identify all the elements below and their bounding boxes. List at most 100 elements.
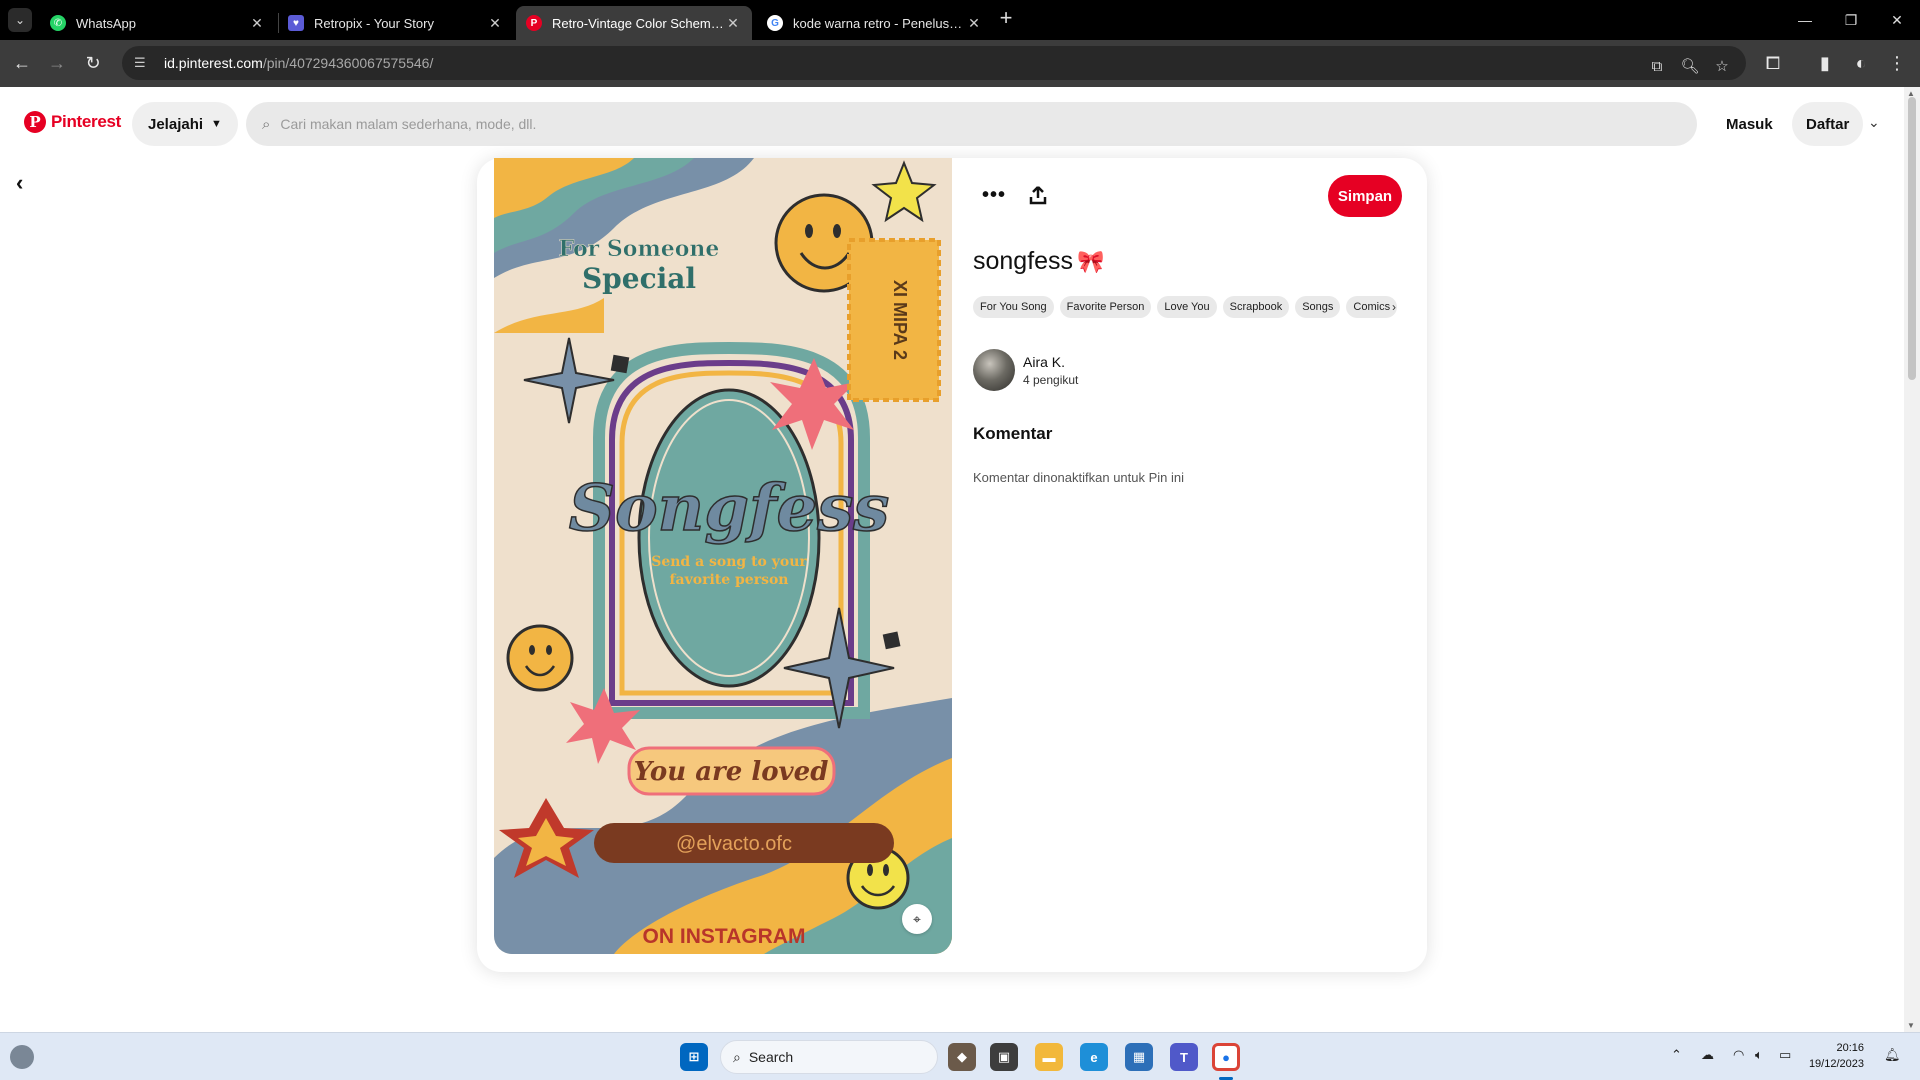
tab-title: Retro-Vintage Color Scheme » I	[552, 15, 724, 31]
whatsapp-icon: ✆	[50, 15, 66, 31]
search-bar[interactable]: ⌕	[246, 102, 1697, 146]
restore-button[interactable]: ❐	[1828, 0, 1874, 40]
pin-image[interactable]: XI MIPA 2 For Someone Special Songfess S…	[494, 158, 952, 954]
new-tab-button[interactable]: +	[995, 7, 1017, 30]
save-button[interactable]: Simpan	[1328, 175, 1402, 217]
search-input[interactable]	[280, 116, 1661, 132]
browser-toolbar: ← → ↻ ☰ id.pinterest.com/pin/40729436006…	[0, 40, 1920, 87]
microsoft-store-icon[interactable]: ▦	[1125, 1043, 1153, 1071]
chevron-up-icon[interactable]: ⌃	[1671, 1047, 1682, 1063]
menu-kebab-icon[interactable]: ⋮	[1884, 50, 1910, 76]
side-panel-icon[interactable]: ▮	[1812, 50, 1838, 76]
share-icon[interactable]	[1024, 181, 1052, 209]
bookmark-star-icon[interactable]: ☆	[1711, 55, 1733, 77]
pinterest-header: P Pinterest Jelajahi ▼ ⌕ Masuk Daftar ⌄	[0, 87, 1904, 161]
taskbar-search[interactable]: ⌕ Search	[720, 1040, 938, 1074]
copilot-icon[interactable]: ◆	[948, 1043, 976, 1071]
tab-title: Retropix - Your Story	[314, 15, 434, 31]
poster-ticket-text: XI MIPA 2	[890, 280, 910, 360]
logo-text: Pinterest	[51, 112, 122, 131]
close-icon[interactable]: ✕	[724, 14, 742, 32]
clock-date: 19/12/2023	[1808, 1058, 1864, 1070]
close-icon[interactable]: ✕	[248, 14, 266, 32]
tab-search-button[interactable]: ⌄	[8, 8, 32, 32]
address-bar[interactable]: ☰ id.pinterest.com/pin/40729436006757554…	[122, 46, 1746, 80]
tag-chip[interactable]: For You Song	[973, 296, 1054, 318]
pin-title-text: songfess	[973, 247, 1074, 275]
pin-title: songfess 🎀	[973, 247, 1104, 276]
url-host: id.pinterest.com	[164, 55, 263, 71]
install-app-icon[interactable]: ⧉	[1646, 55, 1668, 77]
back-button[interactable]: ←	[9, 50, 35, 76]
tab-title: kode warna retro - Penelusuran	[793, 15, 965, 31]
comments-heading: Komentar	[973, 424, 1053, 443]
onedrive-icon[interactable]: ☁	[1701, 1047, 1714, 1063]
songfess-poster: XI MIPA 2 For Someone Special Songfess S…	[494, 158, 952, 954]
wifi-icon[interactable]: ◠	[1733, 1047, 1744, 1063]
clock[interactable]: 20:16 19/12/2023	[1808, 1040, 1864, 1072]
pinterest-icon: P	[526, 15, 542, 31]
site-info-icon[interactable]: ☰	[134, 55, 154, 71]
profile-icon[interactable]: ◐	[1848, 50, 1874, 76]
comments-status: Komentar dinonaktifkan untuk Pin ini	[973, 470, 1185, 485]
tab-whatsapp[interactable]: ✆ WhatsApp ✕	[40, 6, 276, 40]
zoom-icon[interactable]: 🔍︎	[1679, 55, 1701, 77]
weather-widget-icon[interactable]	[10, 1045, 34, 1069]
tab-retropix[interactable]: ♥ Retropix - Your Story ✕	[278, 6, 514, 40]
author-info[interactable]: Aira K. 4 pengikut	[973, 349, 1078, 391]
signup-button[interactable]: Daftar	[1792, 102, 1864, 146]
tag-chip[interactable]: Songs	[1295, 296, 1341, 318]
tag-chip[interactable]: Love You	[1157, 296, 1217, 318]
scrollbar-thumb[interactable]	[1908, 97, 1916, 380]
taskbar-search-label: Search	[748, 1049, 794, 1065]
close-icon[interactable]: ✕	[486, 14, 504, 32]
explore-button[interactable]: Jelajahi ▼	[132, 102, 238, 146]
notification-bell-icon[interactable]: 🔔︎	[1884, 1047, 1901, 1063]
teams-icon[interactable]: T	[1170, 1043, 1198, 1071]
forward-button[interactable]: →	[44, 50, 70, 76]
edge-icon[interactable]: e	[1080, 1043, 1108, 1071]
bow-emoji: 🎀	[1077, 248, 1105, 274]
tag-chip[interactable]: Scrapbook	[1222, 296, 1290, 318]
more-options-chevron-icon[interactable]: ⌄	[1868, 114, 1880, 131]
tab-google[interactable]: G kode warna retro - Penelusuran ✕	[757, 6, 993, 40]
tag-chip[interactable]: Favorite Person	[1059, 296, 1152, 318]
poster-sub-text-2: favorite person	[670, 572, 789, 588]
author-followers: 4 pengikut	[1023, 372, 1079, 387]
volume-icon[interactable]: 🔈︎	[1755, 1047, 1763, 1063]
poster-top-text: For Someone	[559, 236, 720, 262]
visual-search-lens-icon[interactable]: ⌖	[902, 904, 932, 934]
file-explorer-icon[interactable]: ▬	[1035, 1043, 1063, 1071]
page-scrollbar[interactable]: ▲ ▼	[1904, 87, 1920, 1033]
back-arrow-icon[interactable]: ‹	[16, 170, 40, 195]
chrome-icon[interactable]: ●	[1212, 1043, 1240, 1071]
close-icon[interactable]: ✕	[965, 14, 983, 32]
author-name[interactable]: Aira K.	[1023, 354, 1078, 370]
battery-icon[interactable]: ▭	[1779, 1047, 1791, 1063]
extensions-icon[interactable]: ⧠	[1760, 50, 1786, 76]
task-view-icon[interactable]: ▣	[990, 1043, 1018, 1071]
browser-tab-strip: ⌄ ✆ WhatsApp ✕ ♥ Retropix - Your Story ✕…	[0, 0, 1920, 40]
tab-title: WhatsApp	[76, 15, 136, 31]
scroll-down-icon[interactable]: ▼	[1907, 1021, 1915, 1030]
poster-loved-text: You are loved	[634, 757, 829, 787]
poster-bottom-text: ON INSTAGRAM	[643, 925, 806, 948]
login-button[interactable]: Masuk	[1714, 102, 1785, 146]
poster-center-text: Songfess	[569, 471, 890, 546]
avatar[interactable]	[973, 349, 1015, 391]
search-icon: ⌕	[733, 1048, 741, 1065]
chevron-right-icon[interactable]: ›	[1392, 300, 1396, 314]
reload-button[interactable]: ↻	[80, 50, 106, 76]
url-path: /pin/407294360067575546/	[262, 55, 434, 71]
start-windows-icon[interactable]: ⊞	[680, 1043, 708, 1071]
window-close-button[interactable]: ✕	[1874, 0, 1920, 40]
tag-chip[interactable]: Comics	[1346, 296, 1398, 318]
explore-label: Jelajahi	[148, 115, 204, 133]
tab-pinterest[interactable]: P Retro-Vintage Color Scheme » I ✕	[516, 6, 752, 40]
minimize-button[interactable]: —	[1782, 0, 1828, 40]
pinterest-logo-icon: P	[24, 111, 46, 133]
pinterest-logo[interactable]: P Pinterest	[24, 111, 121, 133]
google-icon: G	[767, 15, 783, 31]
poster-sub-text-1: Send a song to your	[651, 554, 807, 570]
more-options-icon[interactable]: •••	[980, 183, 1008, 207]
